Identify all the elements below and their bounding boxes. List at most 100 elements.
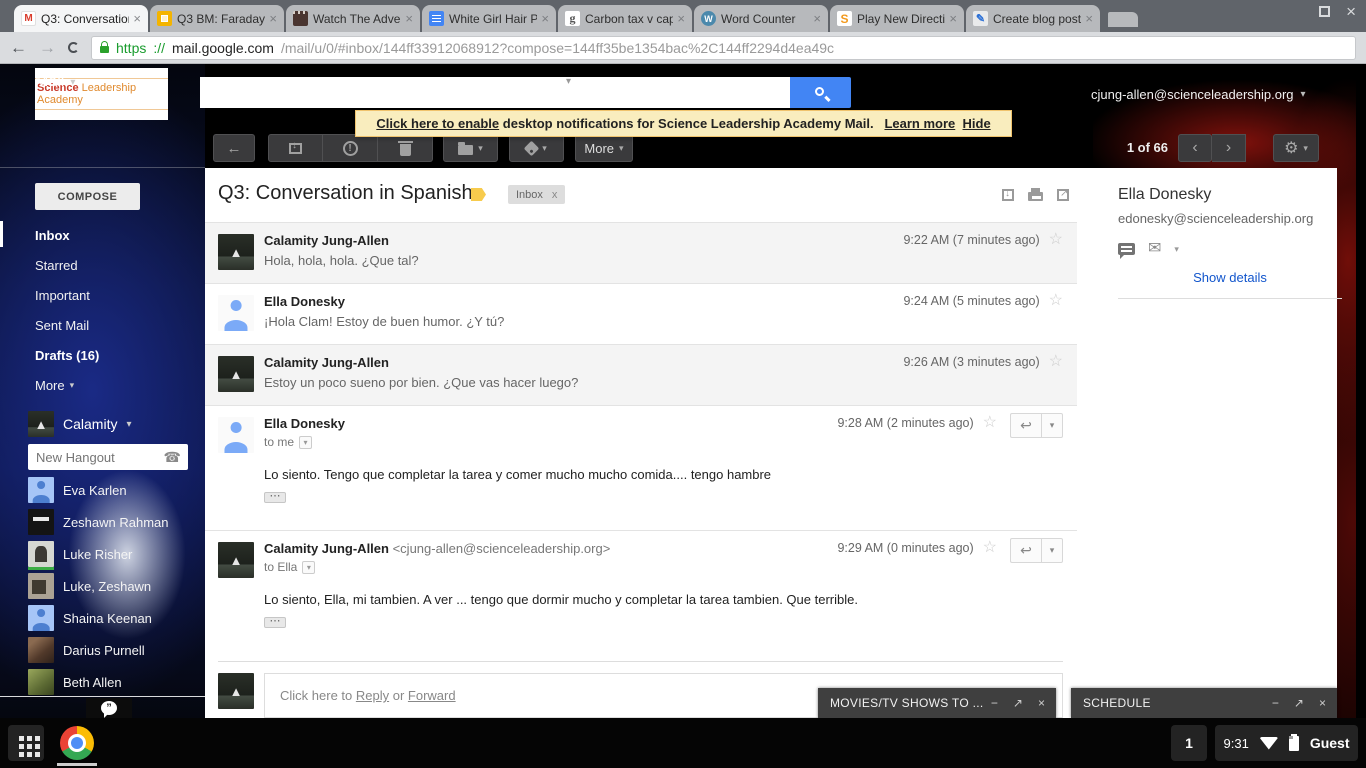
chip-remove-icon[interactable]: x [552,189,558,201]
recipient-line[interactable]: to me ▾ [264,435,345,449]
labels-button[interactable]: ▾ [509,134,564,162]
window-maximize-icon[interactable] [1319,6,1330,17]
chat-contact[interactable]: Luke, Zeshawn [28,573,151,599]
apps-grid-icon[interactable] [1059,85,1075,101]
tab-google-search[interactable]: g Carbon tax v cap- × [558,5,692,32]
message-row-collapsed[interactable]: Ella Donesky ¡Hola Clam! Estoy de buen h… [205,283,1077,344]
popout-icon[interactable]: ↗ [1013,696,1023,710]
chat-icon[interactable] [1118,243,1135,255]
expand-all-icon[interactable]: ↓ [1002,189,1014,201]
new-window-icon[interactable]: ↗ [1057,189,1069,201]
more-options-button[interactable]: ▾ [1041,413,1063,438]
popout-icon[interactable]: ↗ [1294,696,1304,710]
search-button[interactable] [790,77,851,108]
report-spam-button[interactable]: ! [323,134,378,162]
omnibox[interactable]: https://mail.google.com/mail/u/0/#inbox/… [91,36,1356,60]
lock-icon[interactable] [100,46,109,53]
star-icon[interactable]: ☆ [1049,355,1063,369]
sidebar-item-drafts[interactable]: Drafts (16) [35,344,99,366]
close-icon[interactable]: × [1319,696,1326,710]
docked-window-schedule[interactable]: SCHEDULE − ↗ × [1071,688,1337,718]
chat-contact[interactable]: Eva Karlen [28,477,127,503]
move-to-button[interactable]: ▾ [443,134,498,162]
notification-counter[interactable]: 1 [1171,725,1207,761]
tab-doc[interactable]: White Girl Hair Po × [422,5,556,32]
chat-contact[interactable]: Beth Allen [28,669,122,695]
compose-button[interactable]: COMPOSE [35,183,140,210]
new-hangout-input[interactable] [28,450,164,465]
show-trimmed-content-button[interactable]: ⋯ [264,492,286,503]
chat-contact[interactable]: Zeshawn Rahman [28,509,169,535]
more-options-button[interactable]: ▾ [1041,538,1063,563]
chat-contact[interactable]: Luke Risher [28,541,132,567]
tab-close-icon[interactable]: × [405,11,413,26]
phone-icon[interactable]: ☎ [164,449,181,466]
more-actions-button[interactable]: More▾ [575,134,633,162]
show-trimmed-content-button[interactable]: ⋯ [264,617,286,628]
reload-icon[interactable] [68,42,79,53]
sidebar-item-sent-mail[interactable]: Sent Mail [35,314,89,336]
reply-button[interactable]: ↩ [1010,538,1041,563]
sidebar-item-important[interactable]: Important [35,284,90,306]
star-icon[interactable]: ☆ [1049,233,1063,247]
back-to-inbox-button[interactable]: ← [213,134,255,162]
chat-contact[interactable]: Darius Purnell [28,637,145,663]
tab-scratch[interactable]: S Play New Directio × [830,5,964,32]
reply-link[interactable]: Reply [356,688,389,703]
older-conversation-button[interactable]: › [1212,134,1246,162]
tab-blog-post[interactable]: ✎ Create blog post - × [966,5,1100,32]
tab-close-icon[interactable]: × [541,11,549,26]
tab-close-icon[interactable]: × [1085,11,1093,26]
chat-owner[interactable]: ▲ Calamity ▾ [28,411,132,437]
back-icon[interactable]: ← [10,39,27,56]
enable-notifications-link[interactable]: Click here to enable [376,116,499,131]
newer-conversation-button[interactable]: ‹ [1178,134,1212,162]
archive-button[interactable]: ↓ [268,134,323,162]
sidebar-item-starred[interactable]: Starred [35,254,78,276]
email-icon[interactable]: ✉ [1148,243,1161,255]
hide-notification-link[interactable]: Hide [963,116,991,131]
star-icon[interactable]: ☆ [983,416,997,430]
account-menu[interactable]: cjung-allen@scienceleadership.org ▾ [1091,87,1306,102]
tab-word-counter[interactable]: W Word Counter × [694,5,828,32]
tab-close-icon[interactable]: × [269,11,277,26]
chevron-down-icon[interactable]: ▾ [1174,244,1179,255]
app-launcher-button[interactable] [8,725,44,761]
message-row-collapsed[interactable]: ▲ Calamity Jung-Allen Estoy un poco suen… [205,344,1077,405]
chrome-icon[interactable] [60,726,94,760]
sidebar-item-inbox[interactable]: Inbox [35,224,70,246]
tab-video[interactable]: Watch The Adven × [286,5,420,32]
star-icon[interactable]: ☆ [1049,294,1063,308]
message-row-collapsed[interactable]: ▲ Calamity Jung-Allen Hola, hola, hola. … [205,222,1077,283]
sidebar-item-more[interactable]: More▾ [35,374,74,396]
hangouts-toggle[interactable]: ” [86,698,132,718]
search-options-caret-icon[interactable]: ▾ [566,76,571,87]
minimize-icon[interactable]: − [1272,696,1279,710]
chat-contact[interactable]: Shaina Keenan [28,605,152,631]
tab-close-icon[interactable]: × [677,11,685,26]
status-tray[interactable]: 9:31 Guest [1215,725,1358,761]
minimize-icon[interactable]: − [991,696,998,710]
print-all-icon[interactable] [1028,192,1043,201]
settings-button[interactable]: ⚙▾ [1273,134,1319,162]
show-details-link[interactable]: Show details [1118,270,1342,285]
details-caret-icon[interactable]: ▾ [302,561,315,574]
search-input[interactable] [200,77,790,108]
star-icon[interactable]: ☆ [983,541,997,555]
close-icon[interactable]: × [1038,696,1045,710]
label-tag-icon[interactable] [471,188,486,201]
mail-menu[interactable]: Mail ▾ [35,73,75,91]
new-tab-button[interactable] [1108,12,1138,27]
tab-close-icon[interactable]: × [133,11,141,26]
tab-slides[interactable]: Q3 BM: Faraday C × [150,5,284,32]
learn-more-link[interactable]: Learn more [884,116,955,131]
delete-button[interactable] [378,134,433,162]
window-close-icon[interactable]: × [1346,6,1356,17]
tab-gmail[interactable]: M Q3: Conversation × [14,5,148,32]
reply-button[interactable]: ↩ [1010,413,1041,438]
recipient-line[interactable]: to Ella ▾ [264,560,610,574]
docked-window-movies[interactable]: MOVIES/TV SHOWS TO ... − ↗ × [818,688,1056,718]
tab-close-icon[interactable]: × [949,11,957,26]
tab-close-icon[interactable]: × [813,11,821,26]
inbox-label-chip[interactable]: Inbox x [508,185,565,204]
